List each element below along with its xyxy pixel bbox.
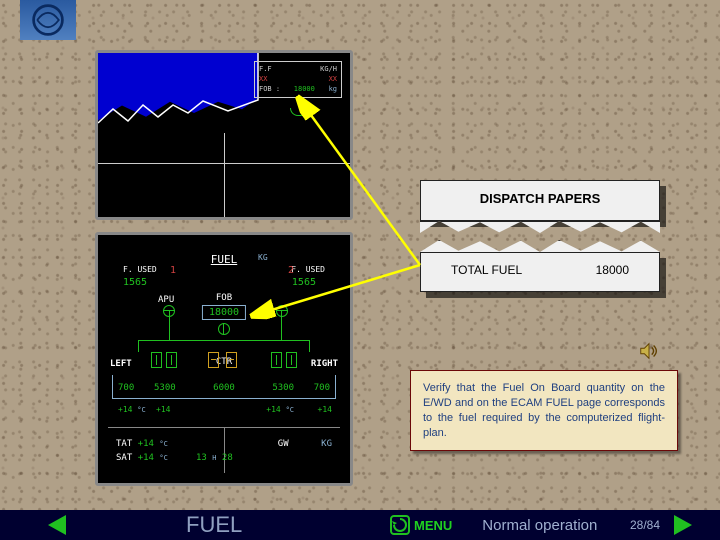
fuel-used-value-left: 1565 <box>123 277 147 288</box>
pump-icon-amber <box>208 352 219 368</box>
speaker-icon[interactable] <box>638 340 660 362</box>
pump-icon-amber <box>226 352 237 368</box>
ecam-unit: KG <box>258 253 268 262</box>
ewd-ff-unit: KG/H <box>320 65 337 75</box>
instruction-note: Verify that the Fuel On Board quantity o… <box>410 370 678 451</box>
ewd-horizon-line <box>98 53 260 131</box>
pump-icon <box>286 352 297 368</box>
bar-mode-label: Normal operation <box>482 517 597 534</box>
bottom-nav-bar: FUEL MENU Normal operation 28/84 <box>0 510 720 540</box>
menu-button[interactable]: MENU <box>390 515 452 535</box>
ecam-fuel-display: FUEL KG F. USED F. USED 1 2 1565 1565 AP… <box>95 232 353 486</box>
ewd-fob-value: 18000 <box>294 85 315 95</box>
pump-row <box>98 352 350 372</box>
fuel-pipe <box>281 311 282 341</box>
fuel-pipe <box>138 340 139 352</box>
ewd-ff-left: XX <box>259 75 267 85</box>
ewd-display: F.F KG/H XX XX FOB : 18000 kg <box>95 50 353 220</box>
page-counter: 28/84 <box>630 518 660 532</box>
fuel-used-value-right: 1565 <box>292 277 316 288</box>
tank-qty-outer-left: 700 <box>118 383 134 393</box>
dispatch-paper-header: DISPATCH PAPERS <box>420 180 660 221</box>
ewd-grid <box>224 133 225 217</box>
tank-temp: +14 °C <box>118 405 146 414</box>
menu-label: MENU <box>414 518 452 533</box>
pump-icon <box>166 352 177 368</box>
dispatch-paper-title: DISPATCH PAPERS <box>480 191 601 206</box>
fuel-pipe <box>138 340 310 341</box>
total-fuel-value: 18000 <box>596 263 629 277</box>
ecam-title: FUEL <box>211 253 238 266</box>
pump-icon <box>271 352 282 368</box>
engine-1-number: 1 <box>170 265 176 276</box>
fuel-pipe <box>169 311 170 341</box>
valve-icon-right <box>276 305 288 317</box>
ewd-ff-right: XX <box>329 75 337 85</box>
airline-logo <box>20 0 76 40</box>
tank-temp: +14 <box>318 405 332 414</box>
tat-readout: TAT +14 °C <box>116 439 168 449</box>
valve-icon-center <box>218 323 230 335</box>
tank-qty-outer-right: 700 <box>314 383 330 393</box>
tank-temp: +14 °C <box>266 405 294 414</box>
ewd-fob-unit: kg <box>329 85 337 95</box>
ewd-fob-readout: F.F KG/H XX XX FOB : 18000 kg <box>254 61 342 98</box>
engine-2-number: 2 <box>288 265 294 276</box>
tank-qty-inner-left: 5300 <box>154 383 176 393</box>
ewd-marker-icon <box>290 108 308 116</box>
dispatch-paper-row: TOTAL FUEL 18000 <box>420 252 660 292</box>
total-fuel-label: TOTAL FUEL <box>451 263 522 277</box>
bar-title: FUEL <box>186 512 386 538</box>
ewd-ff-label: F.F <box>259 65 272 75</box>
fob-value-box: 18000 <box>202 305 246 320</box>
fuel-pipe <box>309 340 310 352</box>
divider <box>224 427 225 473</box>
pump-icon <box>151 352 162 368</box>
sat-readout: SAT +14 °C <box>116 453 168 463</box>
tank-qty-center: 6000 <box>213 383 235 393</box>
apu-label: APU <box>158 295 174 305</box>
fob-label: FOB <box>216 293 232 303</box>
instruction-text: Verify that the Fuel On Board quantity o… <box>423 382 665 439</box>
prev-page-button[interactable] <box>44 513 70 537</box>
gross-weight-readout: GW KG <box>278 439 332 449</box>
tank-qty-inner-right: 5300 <box>272 383 294 393</box>
tank-temp: +14 <box>156 405 170 414</box>
clock-readout: 13 H 28 <box>196 453 233 463</box>
fuel-used-label-right: F. USED <box>291 265 325 274</box>
fuel-used-label-left: F. USED <box>123 265 157 274</box>
next-page-button[interactable] <box>670 513 696 537</box>
ewd-fob-label: FOB : <box>259 85 280 95</box>
